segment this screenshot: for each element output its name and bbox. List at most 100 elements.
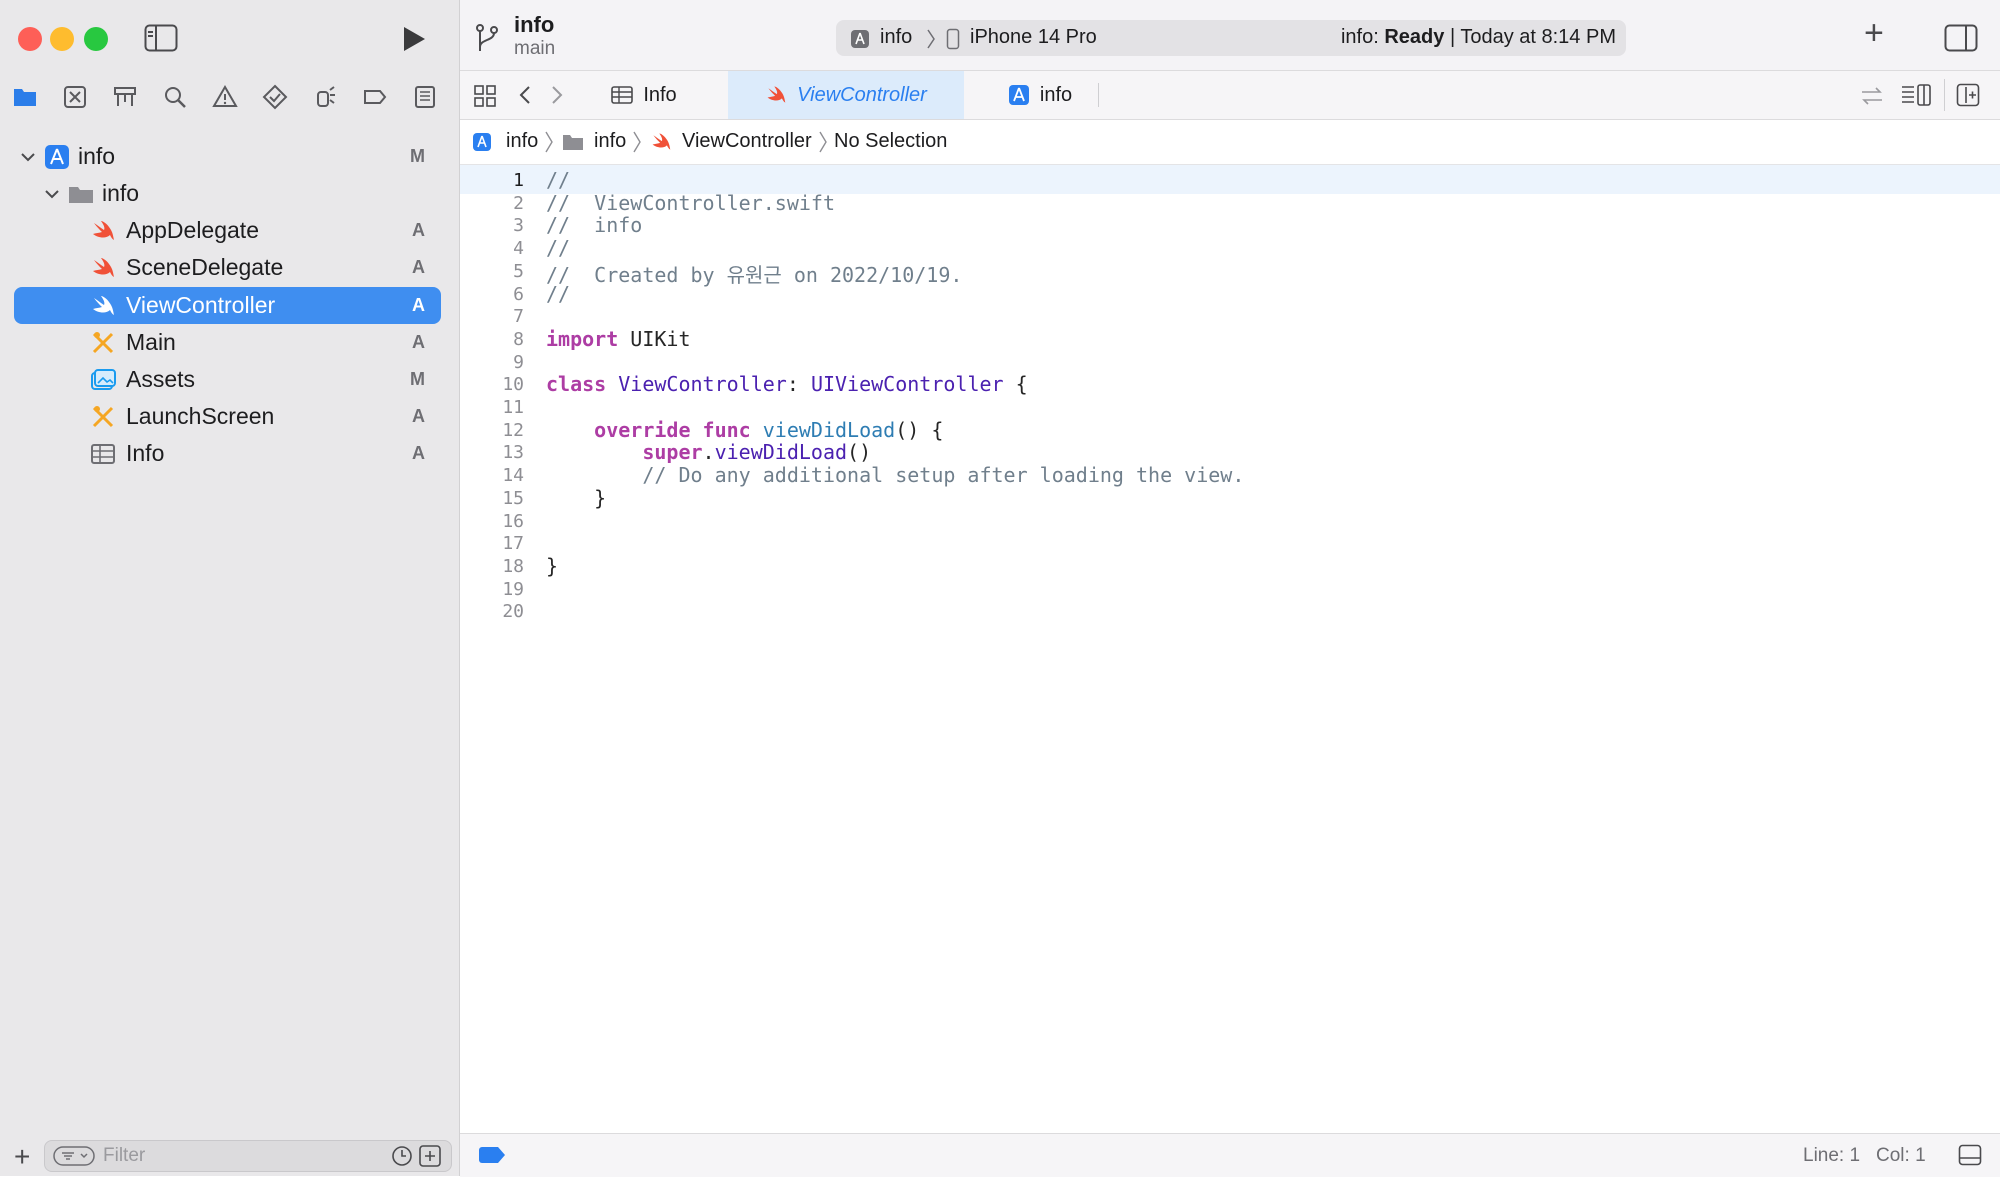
jump-bar-item[interactable]: No Selection bbox=[834, 130, 947, 153]
tree-item-info-plist[interactable]: Info A bbox=[14, 435, 441, 472]
tree-item-appdelegate[interactable]: AppDelegate A bbox=[14, 212, 441, 249]
tab-info-project[interactable]: info bbox=[980, 71, 1100, 119]
code-line: import UIKit bbox=[546, 327, 691, 351]
swift-icon bbox=[652, 133, 671, 150]
sidebar-toggle-icon[interactable] bbox=[144, 24, 178, 54]
code-line: // Created by 유원근 on 2022/10/19. bbox=[546, 259, 962, 288]
tree-item-status: A bbox=[412, 257, 425, 277]
tree-item-scenedelegate[interactable]: SceneDelegate A bbox=[14, 249, 441, 286]
status-state: Ready bbox=[1384, 26, 1445, 48]
iphone-icon bbox=[946, 28, 960, 50]
editor-options-icon[interactable] bbox=[1900, 83, 1932, 107]
line-number: 20 bbox=[502, 601, 524, 623]
code-token: () bbox=[847, 440, 872, 465]
tree-item-launchscreen[interactable]: LaunchScreen A bbox=[14, 398, 441, 435]
project-navigator-icon[interactable] bbox=[10, 82, 40, 112]
swift-icon bbox=[93, 257, 114, 277]
issue-navigator-icon[interactable] bbox=[210, 82, 240, 112]
add-editor-icon[interactable] bbox=[1956, 83, 1980, 107]
line-number: 13 bbox=[502, 442, 524, 464]
recent-files-icon[interactable] bbox=[391, 1145, 413, 1167]
device-selector[interactable]: iPhone 14 Pro bbox=[970, 26, 1097, 49]
tree-item-main[interactable]: Main A bbox=[14, 324, 441, 361]
add-file-button[interactable]: + bbox=[14, 1141, 30, 1173]
branch-icon bbox=[476, 24, 498, 51]
filter-field[interactable]: Filter bbox=[44, 1140, 452, 1172]
status-time: Today at 8:14 PM bbox=[1460, 26, 1616, 48]
code-line: // info bbox=[546, 213, 642, 237]
chevron-down-icon[interactable] bbox=[44, 186, 60, 202]
code-token: viewDidLoad bbox=[714, 440, 848, 465]
line-number: 4 bbox=[513, 238, 524, 260]
tree-item-status: A bbox=[412, 295, 425, 315]
tree-item-status: A bbox=[412, 332, 425, 352]
inspector-toggle-icon[interactable] bbox=[1944, 24, 1978, 52]
tree-item-viewcontroller[interactable]: ViewController A bbox=[14, 287, 441, 324]
tab-info-plist[interactable]: Info bbox=[580, 71, 708, 119]
run-icon[interactable] bbox=[400, 24, 428, 54]
code-token: override bbox=[594, 417, 691, 442]
breakpoint-navigator-icon[interactable] bbox=[360, 82, 390, 112]
back-icon[interactable] bbox=[518, 85, 532, 105]
tree-item-label: ViewController bbox=[126, 292, 276, 318]
tab-label: Info bbox=[643, 83, 677, 106]
code-line: // Do any additional setup after loading… bbox=[546, 463, 1244, 487]
tree-item-project-info[interactable]: info M bbox=[14, 138, 441, 175]
jump-bar-item[interactable]: info bbox=[594, 130, 626, 153]
swift-icon bbox=[767, 86, 786, 103]
code-line: super.viewDidLoad() bbox=[546, 440, 871, 464]
code-token: class bbox=[546, 372, 607, 397]
line-number: 14 bbox=[502, 465, 524, 487]
plist-icon bbox=[91, 443, 115, 464]
forward-icon[interactable] bbox=[550, 85, 564, 105]
line-number: 6 bbox=[513, 283, 524, 305]
line-indicator: Line: 1 bbox=[1803, 1145, 1861, 1166]
breakpoints-toggle-icon[interactable] bbox=[478, 1146, 506, 1164]
code-line: override func viewDidLoad() { bbox=[546, 418, 943, 442]
swift-icon bbox=[93, 295, 114, 315]
debug-navigator-icon[interactable] bbox=[310, 82, 340, 112]
tree-item-label: Info bbox=[126, 440, 165, 466]
source-editor[interactable]: 1 // 2 // ViewController.swift 3 // info 4 // 5 /… bbox=[460, 165, 2000, 1133]
close-window-button[interactable] bbox=[18, 27, 42, 51]
line-number: 18 bbox=[502, 555, 524, 577]
plist-icon bbox=[611, 86, 634, 104]
source-control-filter-icon[interactable] bbox=[419, 1145, 441, 1167]
tree-item-status: A bbox=[412, 443, 425, 463]
tab-label: ViewController bbox=[797, 83, 927, 106]
code-token: viewDidLoad bbox=[762, 417, 896, 442]
minimize-window-button[interactable] bbox=[50, 27, 74, 51]
tree-item-folder-info[interactable]: info bbox=[14, 175, 441, 212]
tree-item-assets[interactable]: Assets M bbox=[14, 361, 441, 398]
line-number: 5 bbox=[513, 260, 524, 282]
code-token: super bbox=[642, 440, 703, 465]
symbol-navigator-icon[interactable] bbox=[110, 82, 140, 112]
jump-bar-item[interactable]: info bbox=[506, 130, 538, 153]
swap-editor-icon[interactable] bbox=[1860, 85, 1884, 107]
line-number: 7 bbox=[513, 306, 524, 328]
zoom-window-button[interactable] bbox=[84, 27, 108, 51]
chevron-down-icon[interactable] bbox=[20, 149, 36, 165]
filter-options-icon[interactable] bbox=[53, 1146, 95, 1166]
tree-item-status: A bbox=[412, 220, 425, 240]
source-control-navigator-icon[interactable] bbox=[60, 82, 90, 112]
tab-viewcontroller[interactable]: ViewController bbox=[728, 71, 964, 119]
debug-area-toggle-icon[interactable] bbox=[1958, 1144, 1982, 1166]
tab-label: info bbox=[1039, 83, 1073, 106]
code-token: // ViewController.swift bbox=[546, 190, 835, 215]
filter-placeholder: Filter bbox=[103, 1145, 146, 1166]
find-navigator-icon[interactable] bbox=[160, 82, 190, 112]
report-navigator-icon[interactable] bbox=[410, 82, 440, 112]
branch-name: main bbox=[514, 38, 556, 59]
library-add-button[interactable]: + bbox=[1864, 14, 1884, 53]
column-indicator: Col: 1 bbox=[1876, 1145, 1926, 1166]
scheme-selector[interactable]: info bbox=[880, 26, 912, 49]
jump-bar-item[interactable]: ViewController bbox=[682, 130, 812, 153]
related-items-grid-icon[interactable] bbox=[474, 85, 496, 107]
code-line: // bbox=[546, 236, 570, 260]
swift-icon bbox=[93, 220, 114, 240]
project-navigator: info M info AppDelegate A SceneDelegate … bbox=[0, 0, 460, 1176]
test-navigator-icon[interactable] bbox=[260, 82, 290, 112]
line-number: 17 bbox=[502, 533, 524, 555]
